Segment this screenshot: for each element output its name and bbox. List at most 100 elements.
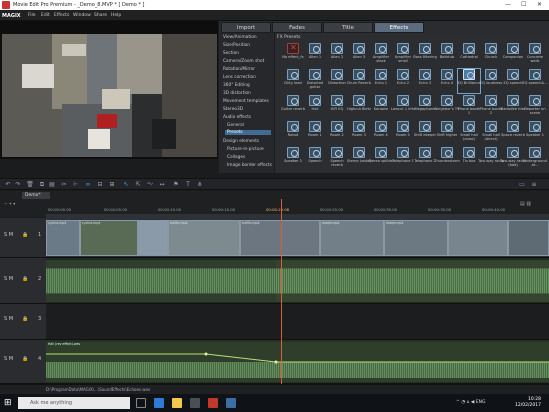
category-item[interactable]: Collages <box>227 155 245 160</box>
preset-tile[interactable]: Bathtub <box>436 43 458 67</box>
paste-icon[interactable]: ▤ <box>48 181 56 189</box>
video-clip[interactable]: street.mp4 <box>320 220 384 256</box>
audio-track-lane[interactable]: Hall (rev effect).wav <box>46 340 549 384</box>
preset-tile[interactable]: Echo 2 <box>392 69 414 93</box>
category-item[interactable]: Size/Position <box>223 43 250 48</box>
menu-icon[interactable]: ≡ <box>530 181 538 189</box>
category-item[interactable]: Rotation/Mirror <box>223 67 255 72</box>
solo-mute-toggle[interactable]: S M <box>4 316 13 322</box>
preset-tile[interactable]: Phone booth 1 <box>458 95 480 119</box>
preset-tile[interactable]: Amplifier small <box>392 43 414 67</box>
category-item[interactable]: 3D distortion <box>223 91 251 96</box>
ungroup-icon[interactable]: ⊞ <box>108 181 116 189</box>
text-icon[interactable]: T <box>184 181 192 189</box>
marker-icon[interactable]: ⚑ <box>172 181 180 189</box>
preset-tile[interactable]: Reporter on scene <box>524 95 546 119</box>
curve-mode-icon[interactable]: 〜 <box>146 181 154 189</box>
lock-icon[interactable]: 🔒 <box>22 276 28 282</box>
preset-tile[interactable]: Radiolike hiss <box>501 95 525 119</box>
range-mode-icon[interactable]: ⇱ <box>134 181 142 189</box>
cut-icon[interactable]: ✂ <box>60 181 68 189</box>
preset-tile[interactable]: Echo 4 <box>436 69 458 93</box>
preset-tile[interactable]: Highcut 8kHz <box>347 95 371 119</box>
edge-browser-icon[interactable] <box>154 398 164 408</box>
link-icon[interactable]: ∞ <box>84 181 92 189</box>
preset-tile[interactable]: Room 5 <box>392 121 414 145</box>
preset-tile[interactable]: Church <box>480 43 502 67</box>
menu-file[interactable]: File <box>28 13 36 18</box>
preset-tile[interactable]: Robot <box>282 121 304 145</box>
menu-window[interactable]: Window <box>73 13 91 18</box>
tab-fades[interactable]: Fades <box>272 22 322 33</box>
preset-tile[interactable]: Room 2 <box>326 121 348 145</box>
preset-tile[interactable]: Hall <box>304 95 326 119</box>
preset-tile[interactable]: Companion <box>502 43 524 67</box>
mouse-mode-icon[interactable]: ↖ <box>122 181 130 189</box>
solo-mute-toggle[interactable]: S M <box>4 276 13 282</box>
category-item[interactable]: Design elements <box>223 139 259 144</box>
tab-import[interactable]: Import <box>221 22 271 33</box>
video-clip[interactable]: traffic.mp4 <box>168 220 240 256</box>
preset-tile[interactable]: EQ Brilliance <box>457 68 481 94</box>
solo-mute-toggle[interactable]: S M <box>4 232 13 238</box>
preset-tile[interactable]: Echo 1 <box>370 69 392 93</box>
store-icon[interactable] <box>190 398 200 408</box>
video-clip[interactable]: cyclist.mp4 <box>80 220 138 256</box>
preset-tile[interactable]: Neighbor's TV <box>434 95 460 119</box>
preset-tile[interactable]: Amplifier stack <box>370 43 392 67</box>
preset-tile[interactable]: Alien 2 <box>326 43 348 67</box>
preset-tile[interactable]: Tin box <box>458 147 480 171</box>
category-item[interactable]: Image border effects <box>227 163 272 168</box>
snap-icon[interactable]: ⋔ <box>196 181 204 189</box>
taskbar-search-box[interactable]: Ask me anything <box>18 397 130 409</box>
category-item-selected[interactable]: Presets <box>225 130 271 135</box>
volume-curve[interactable] <box>46 342 549 382</box>
preset-tile[interactable]: Cathedral <box>458 43 480 67</box>
close-icon[interactable]: ✕ <box>537 1 542 8</box>
preset-tile[interactable]: Telephone 1 <box>392 147 414 171</box>
undo-icon[interactable]: ↶ <box>4 181 12 189</box>
copy-icon[interactable]: ⧉ <box>38 181 46 189</box>
task-view-icon[interactable] <box>136 398 146 408</box>
menu-edit[interactable]: Edit <box>41 13 50 18</box>
video-track-lane[interactable]: cyclist.mp4 cyclist.mp4 traffic.mp4 traf… <box>46 218 549 258</box>
menu-share[interactable]: Share <box>94 13 107 18</box>
video-clip[interactable] <box>448 220 508 256</box>
solo-mute-toggle[interactable]: S M <box>4 356 13 362</box>
empty-track-lane[interactable] <box>46 304 549 340</box>
preset-tile[interactable]: Two-way radio (bad) <box>500 147 526 171</box>
zoom-controls[interactable]: − + ▾ <box>4 201 15 206</box>
magix-taskbar-icon[interactable] <box>208 398 218 408</box>
preset-tile[interactable]: Speech <box>304 147 326 171</box>
menu-help[interactable]: Help <box>111 13 121 18</box>
group-icon[interactable]: ⊟ <box>96 181 104 189</box>
preset-tile[interactable]: Small hall (direct) <box>480 121 502 145</box>
preset-tile[interactable]: Distortion <box>326 69 348 93</box>
preset-tile[interactable]: Alien 1 <box>304 43 326 67</box>
preset-tile[interactable]: Distorted guitar <box>304 69 326 93</box>
preset-tile[interactable]: Speaker 2 <box>282 147 304 171</box>
minimize-icon[interactable]: — <box>505 1 511 8</box>
category-item[interactable]: General <box>227 123 244 128</box>
preset-tile[interactable]: Underground at... <box>523 147 547 171</box>
project-tab[interactable]: Demo* <box>22 192 50 199</box>
audio-track-lane[interactable] <box>46 258 549 304</box>
preset-tile[interactable]: Alien 3 <box>348 43 370 67</box>
preset-tile[interactable]: Stereo splitter <box>368 147 394 171</box>
preset-tile[interactable]: Thunderstorm <box>434 147 460 171</box>
preset-tile[interactable]: Dirty lead <box>282 69 304 93</box>
lock-icon[interactable]: 🔒 <box>22 356 28 362</box>
preset-tile[interactable]: HiFi EQ <box>326 95 348 119</box>
category-item[interactable]: Audio effects <box>223 115 251 120</box>
audio-clip[interactable] <box>46 260 276 302</box>
preset-tile[interactable]: Room 1 <box>304 121 326 145</box>
preset-tile[interactable]: Megaphone <box>414 95 436 119</box>
lock-icon[interactable]: 🔒 <box>22 316 28 322</box>
preset-tile[interactable]: Room 3 <box>348 121 370 145</box>
preset-tile[interactable]: Two-way radio <box>478 147 504 171</box>
mail-icon[interactable] <box>226 398 236 408</box>
lock-icon[interactable]: 🔒 <box>22 232 28 238</box>
split-icon[interactable]: ⊢ <box>72 181 80 189</box>
preset-tile[interactable]: Telephone 2 <box>414 147 436 171</box>
preset-tile[interactable]: Shift higher <box>436 121 458 145</box>
